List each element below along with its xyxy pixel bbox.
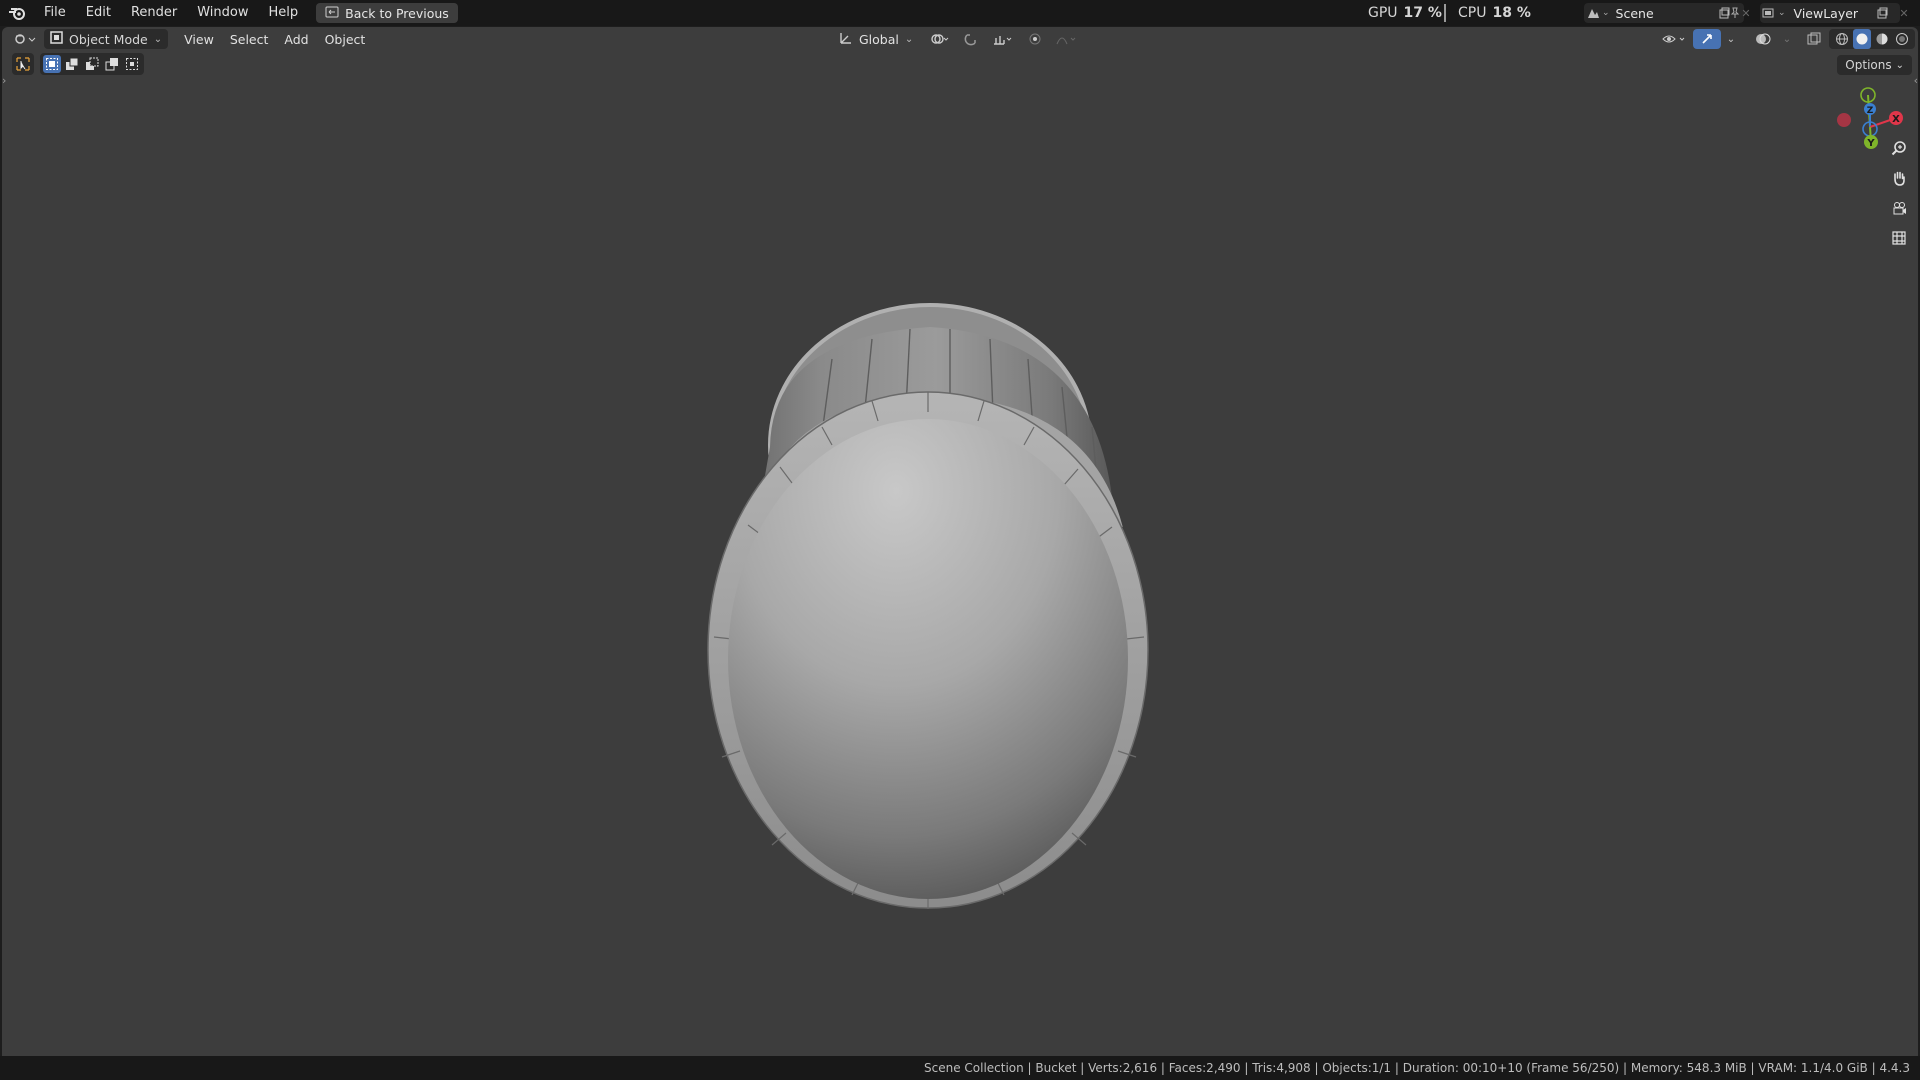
new-view-layer-icon[interactable] — [1873, 4, 1891, 22]
scene-icon — [1584, 4, 1602, 22]
status-bar: Scene Collection | Bucket | Verts:2,616 … — [0, 1056, 1920, 1080]
menu-file[interactable]: File — [34, 0, 76, 26]
view-layer-icon — [1760, 4, 1778, 22]
back-to-previous-label: Back to Previous — [345, 5, 449, 21]
orientation-label: Global — [859, 31, 899, 47]
editor-type-icon[interactable] — [10, 29, 40, 49]
object-mode-icon — [50, 31, 63, 47]
chevron-down-icon: ⌄ — [904, 33, 914, 45]
gizmo-z-label: Z — [1867, 106, 1874, 116]
tool-settings-row — [12, 53, 144, 75]
chevron-down-icon: ⌄ — [1602, 8, 1610, 18]
shading-material-icon[interactable] — [1873, 29, 1891, 49]
gizmo-y-label: Y — [1866, 138, 1875, 149]
close-icon[interactable]: ✕ — [1895, 4, 1913, 22]
shading-wire-icon[interactable] — [1833, 29, 1851, 49]
cpu-label: CPU — [1458, 5, 1487, 21]
options-label: Options — [1845, 58, 1892, 72]
sidebar-expand-arrow[interactable]: ‹ — [1914, 74, 1918, 87]
chevron-down-icon[interactable]: ⌄ — [1723, 29, 1739, 49]
options-dropdown[interactable]: Options ⌄ — [1837, 55, 1912, 75]
transform-tools: Global ⌄ — [835, 29, 1081, 49]
object-mode-label: Object Mode — [69, 31, 148, 47]
falloff-icon[interactable] — [1053, 29, 1081, 49]
new-scene-icon[interactable] — [1715, 4, 1733, 22]
grid-icon[interactable] — [1886, 225, 1912, 251]
back-to-previous-button[interactable]: Back to Previous — [316, 3, 458, 23]
chevron-down-icon[interactable]: ⌄ — [1779, 29, 1795, 49]
back-icon — [325, 6, 339, 21]
menu-help[interactable]: Help — [259, 0, 309, 26]
menu-window[interactable]: Window — [187, 0, 258, 26]
snap-target-icon[interactable] — [989, 29, 1017, 49]
xray-icon[interactable] — [1803, 29, 1825, 49]
shading-solid-icon[interactable] — [1853, 29, 1871, 49]
gpu-usage: GPU 17 % — [1368, 0, 1442, 26]
select-new-icon[interactable] — [43, 55, 61, 73]
visibility-icon[interactable] — [1659, 29, 1691, 49]
cpu-value: 18 % — [1492, 5, 1531, 21]
pivot-icon[interactable] — [925, 29, 953, 49]
proportional-icon[interactable] — [1025, 29, 1045, 49]
top-menubar: File Edit Render Window Help Back to Pre… — [0, 0, 1920, 26]
camera-icon[interactable] — [1886, 195, 1912, 221]
menu-render[interactable]: Render — [121, 0, 187, 26]
menu-object[interactable]: Object — [317, 29, 374, 49]
gizmo-icon[interactable] — [1693, 29, 1721, 49]
close-icon[interactable]: ✕ — [1737, 4, 1755, 22]
gizmo-neg-x-circle — [1837, 113, 1851, 127]
gizmo-x-label: X — [1892, 114, 1900, 125]
menu-edit[interactable]: Edit — [76, 0, 121, 26]
menu-add[interactable]: Add — [276, 29, 316, 49]
select-subtract-icon[interactable] — [83, 55, 101, 73]
status-text: Scene Collection | Bucket | Verts:2,616 … — [923, 1061, 1910, 1075]
viewport-header: Object Mode ⌄ View Select Add Object Glo… — [2, 27, 1918, 51]
select-invert-icon[interactable] — [103, 55, 121, 73]
selection-mode-group — [40, 53, 144, 75]
chevron-down-icon[interactable]: ⌄ — [1917, 29, 1918, 49]
toolbar-expand-arrow[interactable]: › — [2, 74, 6, 87]
shading-rendered-icon[interactable] — [1893, 29, 1911, 49]
cursor-tool-icon[interactable] — [12, 53, 34, 75]
pan-hand-icon[interactable] — [1886, 165, 1912, 191]
overlay-icon[interactable] — [1749, 29, 1777, 49]
orientation-icon — [839, 31, 853, 48]
select-extend-icon[interactable] — [63, 55, 81, 73]
chevron-down-icon: ⌄ — [1895, 59, 1904, 71]
object-mode-dropdown[interactable]: Object Mode ⌄ — [44, 29, 169, 49]
shading-modes — [1829, 29, 1915, 49]
gpu-value: 17 % — [1403, 5, 1442, 21]
chevron-down-icon: ⌄ — [1778, 8, 1786, 18]
viewport-display-tools: ⌄ ⌄ ⌄ — [1659, 29, 1918, 49]
scene-name: Scene — [1615, 5, 1654, 21]
snap-icon[interactable] — [961, 29, 981, 49]
3d-viewport[interactable]: Object Mode ⌄ View Select Add Object Glo… — [2, 27, 1918, 1056]
menu-select[interactable]: Select — [222, 29, 277, 49]
transform-orientation-dropdown[interactable]: Global ⌄ — [835, 29, 917, 49]
cpu-usage: CPU 18 % — [1458, 0, 1531, 26]
menu-view[interactable]: View — [176, 29, 222, 49]
select-intersect-icon[interactable] — [123, 55, 141, 73]
bucket-object[interactable] — [692, 297, 1172, 917]
blender-logo-icon[interactable] — [0, 0, 34, 26]
perf-divider — [1444, 4, 1446, 22]
zoom-icon[interactable] — [1886, 135, 1912, 161]
gpu-label: GPU — [1368, 5, 1398, 21]
chevron-down-icon: ⌄ — [153, 33, 163, 45]
